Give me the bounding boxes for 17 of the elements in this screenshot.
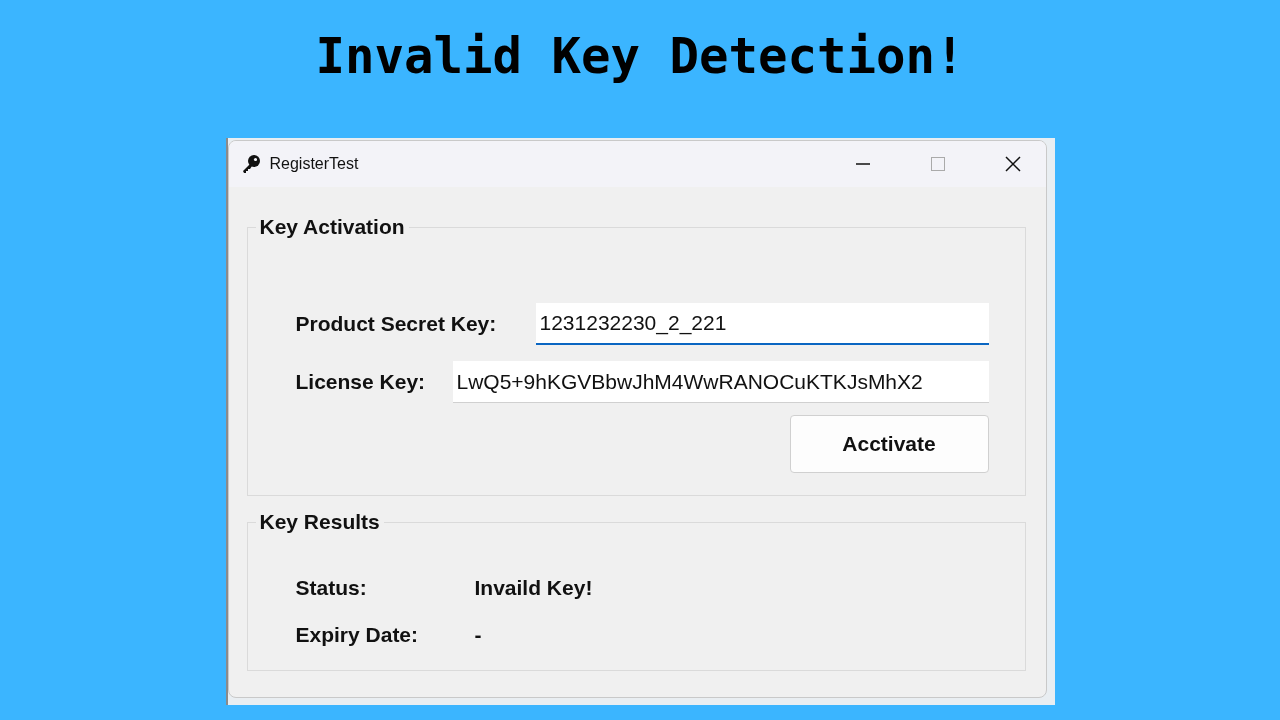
result-label: Expiry Date: bbox=[295, 622, 420, 647]
group-title: Key Activation bbox=[258, 215, 406, 239]
result-label: Status: bbox=[295, 575, 368, 600]
window-title: RegisterTest bbox=[269, 155, 360, 173]
close-icon bbox=[1004, 156, 1021, 172]
maximize-icon bbox=[929, 156, 946, 172]
input-field[interactable]: 1231232230_2_221 bbox=[535, 303, 989, 345]
field-label: Product Secret Key: bbox=[295, 312, 497, 336]
key-icon bbox=[240, 154, 261, 174]
field-label: License Key: bbox=[295, 370, 426, 394]
page-heading: Invalid Key Detection! bbox=[315, 27, 965, 87]
input-field[interactable]: LwQ5+9hKGVBbwJhM4WwRANOCuKTKJsMhX2 bbox=[452, 361, 989, 403]
activate-button[interactable]: Acctivate bbox=[789, 415, 989, 473]
group-title: Key Results bbox=[258, 510, 381, 534]
result-value: - bbox=[474, 622, 482, 647]
minimize-icon bbox=[854, 163, 871, 165]
result-value: Invaild Key! bbox=[474, 575, 593, 600]
